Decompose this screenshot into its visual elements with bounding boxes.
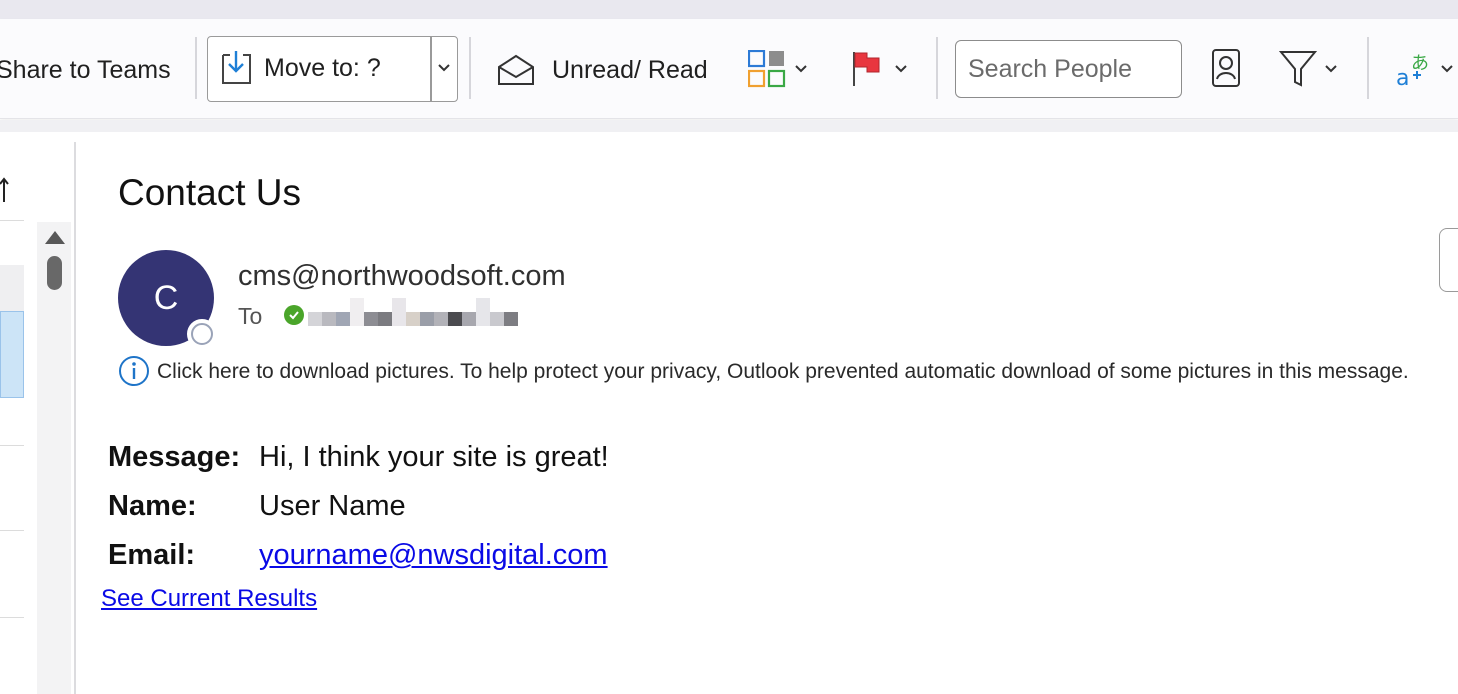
redacted-recipient (308, 298, 518, 340)
message-subject: Contact Us (118, 172, 302, 213)
categorize-button[interactable] (748, 50, 809, 88)
ribbon-separator (936, 37, 938, 99)
to-label: To (238, 303, 263, 329)
translate-icon: a あ (1396, 53, 1429, 89)
chevron-down-icon (795, 65, 807, 73)
unread-read-button[interactable]: Unread/ Read (496, 50, 708, 90)
translate-button[interactable]: a あ (1395, 49, 1455, 89)
list-divider (0, 445, 24, 446)
move-to-divider (430, 37, 432, 101)
chevron-down-icon (1441, 65, 1453, 73)
name-field-value: User Name (259, 490, 406, 522)
ribbon-separator (1367, 37, 1369, 99)
list-divider (0, 220, 24, 221)
list-divider (0, 530, 24, 531)
message-field-label: Message: (108, 441, 241, 473)
name-field-label: Name: (108, 490, 197, 522)
email-field-label: Email: (108, 539, 196, 571)
move-to-label: Move to: ? (264, 54, 381, 82)
move-to-dropdown[interactable]: Move to: ? (207, 36, 458, 102)
share-to-teams-label: Share to Teams (0, 55, 171, 84)
flag-icon (853, 52, 880, 86)
list-item-selected[interactable] (0, 311, 24, 398)
download-pictures-infobar[interactable]: Click here to download pictures. To help… (157, 360, 1409, 384)
filter-icon (1279, 51, 1317, 87)
svg-text:あ: あ (1411, 53, 1429, 74)
info-icon (119, 356, 149, 386)
address-book-icon[interactable] (1210, 48, 1242, 88)
ribbon-shadow (0, 120, 1458, 132)
presence-status-icon (187, 319, 217, 349)
svg-text:a: a (1396, 66, 1409, 89)
unread-read-label: Unread/ Read (552, 55, 708, 84)
scrollbar-thumb[interactable] (47, 256, 62, 290)
chevron-down-icon[interactable] (437, 63, 451, 73)
recipient-available-icon (284, 305, 304, 325)
flag-button[interactable] (851, 50, 909, 88)
share-to-teams-button[interactable]: Share to Teams (0, 53, 171, 87)
scroll-up-arrow[interactable] (45, 231, 65, 244)
see-current-results-link[interactable]: See Current Results (101, 585, 317, 613)
sender-email[interactable]: cms@northwoodsoft.com (238, 260, 566, 293)
email-link[interactable]: yourname@nwsdigital.com (259, 539, 608, 572)
list-scrollbar[interactable] (37, 222, 71, 694)
move-to-icon (222, 51, 251, 84)
avatar-initial: C (153, 278, 179, 317)
reply-actions-button[interactable] (1439, 228, 1458, 292)
ribbon-separator (195, 37, 197, 99)
chevron-down-icon (1325, 65, 1337, 73)
sort-arrow-icon[interactable] (0, 177, 12, 203)
envelope-open-icon (498, 54, 534, 85)
pane-splitter[interactable] (74, 142, 76, 694)
ribbon-toolbar: Share to Teams Move to: ? Unread/ Read S… (0, 19, 1458, 119)
list-divider (0, 617, 24, 618)
title-bar-strip (0, 0, 1458, 19)
chevron-down-icon (895, 65, 907, 73)
list-item[interactable] (0, 265, 24, 311)
search-people-input[interactable] (955, 40, 1182, 98)
ribbon-separator (469, 37, 471, 99)
categorize-icon (748, 50, 786, 88)
message-list-pane (0, 132, 24, 694)
message-field-value: Hi, I think your site is great! (259, 441, 609, 473)
filter-button[interactable] (1279, 49, 1339, 89)
